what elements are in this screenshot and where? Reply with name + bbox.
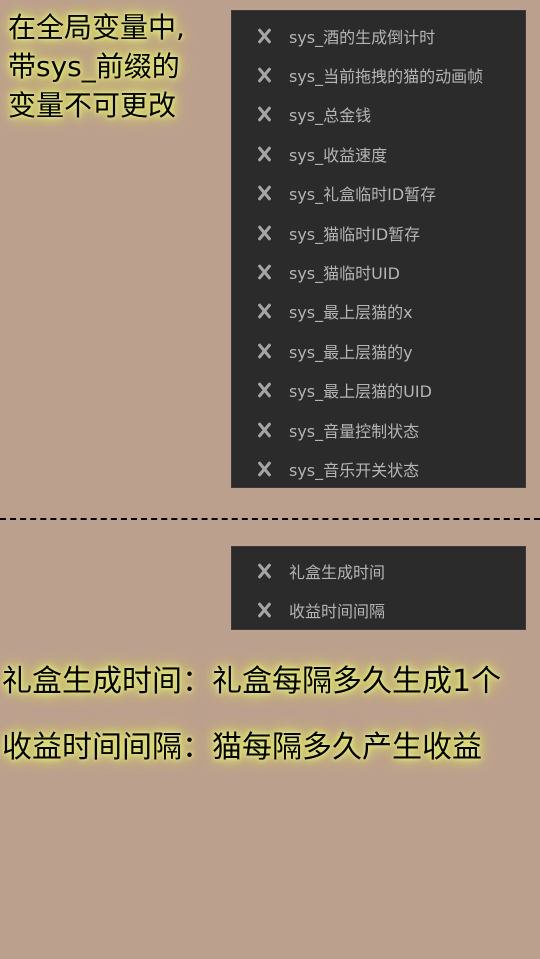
gift-time-description: 礼盒生成时间：礼盒每隔多久生成1个 — [2, 664, 502, 699]
variable-label: sys_音乐开关状态 — [289, 460, 420, 480]
variable-row[interactable]: 收益时间间隔 — [231, 590, 526, 629]
variable-row[interactable]: 礼盒生成时间 — [231, 551, 526, 590]
variable-row[interactable]: sys_最上层猫的y — [231, 331, 526, 370]
x-delete-icon[interactable] — [256, 343, 272, 359]
variable-row[interactable]: sys_收益速度 — [231, 134, 526, 173]
x-delete-icon[interactable] — [256, 563, 272, 579]
x-delete-icon[interactable] — [256, 185, 272, 201]
annotation-line: 变量不可更改 — [8, 89, 177, 122]
x-delete-icon[interactable] — [256, 303, 272, 319]
variable-row[interactable]: sys_最上层猫的UID — [231, 371, 526, 410]
custom-variable-list: 礼盒生成时间 收益时间间隔 — [231, 546, 526, 630]
x-delete-icon[interactable] — [256, 106, 272, 122]
variable-label: sys_猫临时ID暂存 — [289, 224, 421, 244]
x-delete-icon[interactable] — [256, 67, 272, 83]
x-delete-icon[interactable] — [256, 28, 272, 44]
x-delete-icon[interactable] — [256, 602, 272, 618]
x-delete-icon[interactable] — [256, 264, 272, 280]
variable-label: sys_礼盒临时ID暂存 — [289, 185, 437, 205]
x-delete-icon[interactable] — [256, 146, 272, 162]
income-interval-description: 收益时间间隔：猫每隔多久产生收益 — [2, 730, 482, 765]
variable-row[interactable]: sys_最上层猫的x — [231, 292, 526, 331]
variable-label: sys_收益速度 — [289, 145, 388, 165]
dashed-divider — [0, 518, 540, 520]
annotation-note: 在全局变量中, 带sys_前缀的 变量不可更改 — [8, 8, 185, 125]
annotation-line: 带sys_前缀的 — [8, 50, 180, 83]
variable-row[interactable]: sys_礼盒临时ID暂存 — [231, 174, 526, 213]
variable-row[interactable]: sys_猫临时ID暂存 — [231, 213, 526, 252]
variable-label: sys_猫临时UID — [289, 264, 400, 284]
x-delete-icon[interactable] — [256, 422, 272, 438]
annotation-line: 在全局变量中, — [8, 11, 185, 44]
sys-variable-list: sys_酒的生成倒计时 sys_当前拖拽的猫的动画帧 sys_总金钱 sys_收… — [231, 10, 526, 488]
variable-label: 收益时间间隔 — [289, 602, 386, 622]
variable-row[interactable]: sys_总金钱 — [231, 95, 526, 134]
variable-row[interactable]: sys_酒的生成倒计时 — [231, 16, 526, 55]
x-delete-icon[interactable] — [256, 382, 272, 398]
variable-row[interactable]: sys_音乐开关状态 — [231, 449, 526, 488]
variable-label: sys_酒的生成倒计时 — [289, 27, 436, 47]
variable-label: sys_总金钱 — [289, 106, 372, 126]
variable-row[interactable]: sys_当前拖拽的猫的动画帧 — [231, 55, 526, 94]
x-delete-icon[interactable] — [256, 225, 272, 241]
variable-label: sys_最上层猫的x — [289, 303, 413, 323]
variable-label: 礼盒生成时间 — [289, 562, 386, 582]
variable-label: sys_音量控制状态 — [289, 421, 420, 441]
variable-row[interactable]: sys_猫临时UID — [231, 252, 526, 291]
variable-label: sys_最上层猫的UID — [289, 382, 432, 402]
variable-label: sys_当前拖拽的猫的动画帧 — [289, 67, 484, 87]
x-delete-icon[interactable] — [256, 461, 272, 477]
variable-row[interactable]: sys_音量控制状态 — [231, 410, 526, 449]
variable-label: sys_最上层猫的y — [289, 342, 413, 362]
